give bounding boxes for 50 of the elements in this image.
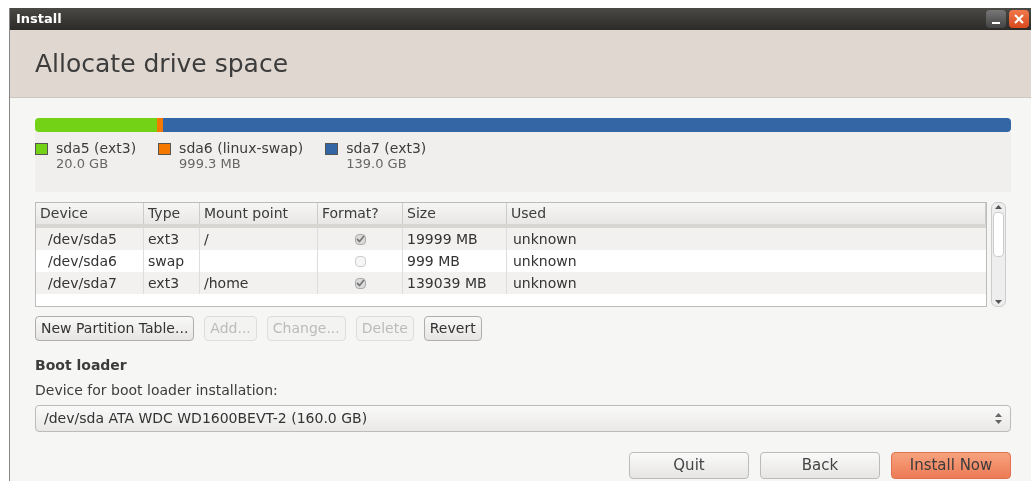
table-cell-text: /home [204, 273, 249, 293]
table-action-button[interactable]: New Partition Table... [35, 316, 195, 341]
format-checkbox[interactable] [354, 233, 366, 245]
table-cell-text: ext3 [148, 273, 180, 293]
table-cell-text: / [204, 229, 209, 249]
field-label: Device for boot loader installation: [35, 381, 279, 400]
table-cell-text: /dev/sda5 [48, 229, 117, 249]
column-header[interactable]: Mount point [200, 203, 318, 224]
section-heading: Boot loader [35, 356, 128, 375]
minimize-button[interactable] [986, 10, 1006, 28]
close-button[interactable] [1009, 10, 1029, 28]
spinner-arrows-icon [995, 413, 1002, 424]
table-cell-text: unknown [513, 273, 577, 293]
format-checkbox[interactable] [354, 277, 366, 289]
install-button[interactable]: Install Now [891, 452, 1011, 479]
scroll-up-icon[interactable] [995, 205, 1002, 209]
partition-size: 20.0 GB [56, 156, 110, 172]
table-cell-text: unknown [513, 251, 577, 271]
check-icon [355, 235, 365, 243]
table-cell-text: ext3 [148, 229, 180, 249]
format-checkbox[interactable] [354, 255, 366, 267]
column-header[interactable]: Size [403, 203, 507, 224]
table-cell-text: 999 MB [407, 251, 460, 271]
table-cell-text: 19999 MB [407, 229, 478, 249]
close-icon [1014, 14, 1024, 24]
boot-device-dropdown[interactable]: /dev/sda ATA WDC WD1600BEVT-2 (160.0 GB) [35, 405, 1011, 432]
column-header[interactable]: Device [36, 203, 144, 224]
dialog-button[interactable]: Back [760, 452, 880, 479]
column-header[interactable]: Used [507, 203, 987, 224]
scroll-down-icon[interactable] [995, 300, 1002, 304]
column-header[interactable]: Format? [318, 203, 403, 224]
table-cell-text: swap [148, 251, 185, 271]
partition-name: sda5 (ext3) [56, 140, 137, 156]
partition-size: 139.0 GB [346, 156, 408, 172]
partition-name: sda7 (ext3) [346, 140, 427, 156]
scrollbar[interactable] [991, 202, 1006, 307]
column-header[interactable]: Type [144, 203, 200, 224]
table-cell-text: /dev/sda7 [48, 273, 117, 293]
partition-name: sda6 (linux-swap) [179, 140, 304, 156]
table-cell-text: /dev/sda6 [48, 251, 117, 271]
page-title: Allocate drive space [35, 47, 289, 80]
table-cell-text: unknown [513, 229, 577, 249]
table-action-button[interactable]: Revert [423, 316, 482, 341]
dialog-button[interactable]: Quit [629, 452, 749, 479]
table-row[interactable]: /dev/sda7 ext3 /home 139039 MB unknown [36, 272, 987, 294]
partition-size: 999.3 MB [179, 156, 242, 172]
window-title: Install [16, 10, 62, 29]
table-row[interactable]: /dev/sda5 ext3 / 19999 MB unknown [36, 228, 987, 250]
table-cell-text: 139039 MB [407, 273, 487, 293]
check-icon [355, 279, 365, 287]
